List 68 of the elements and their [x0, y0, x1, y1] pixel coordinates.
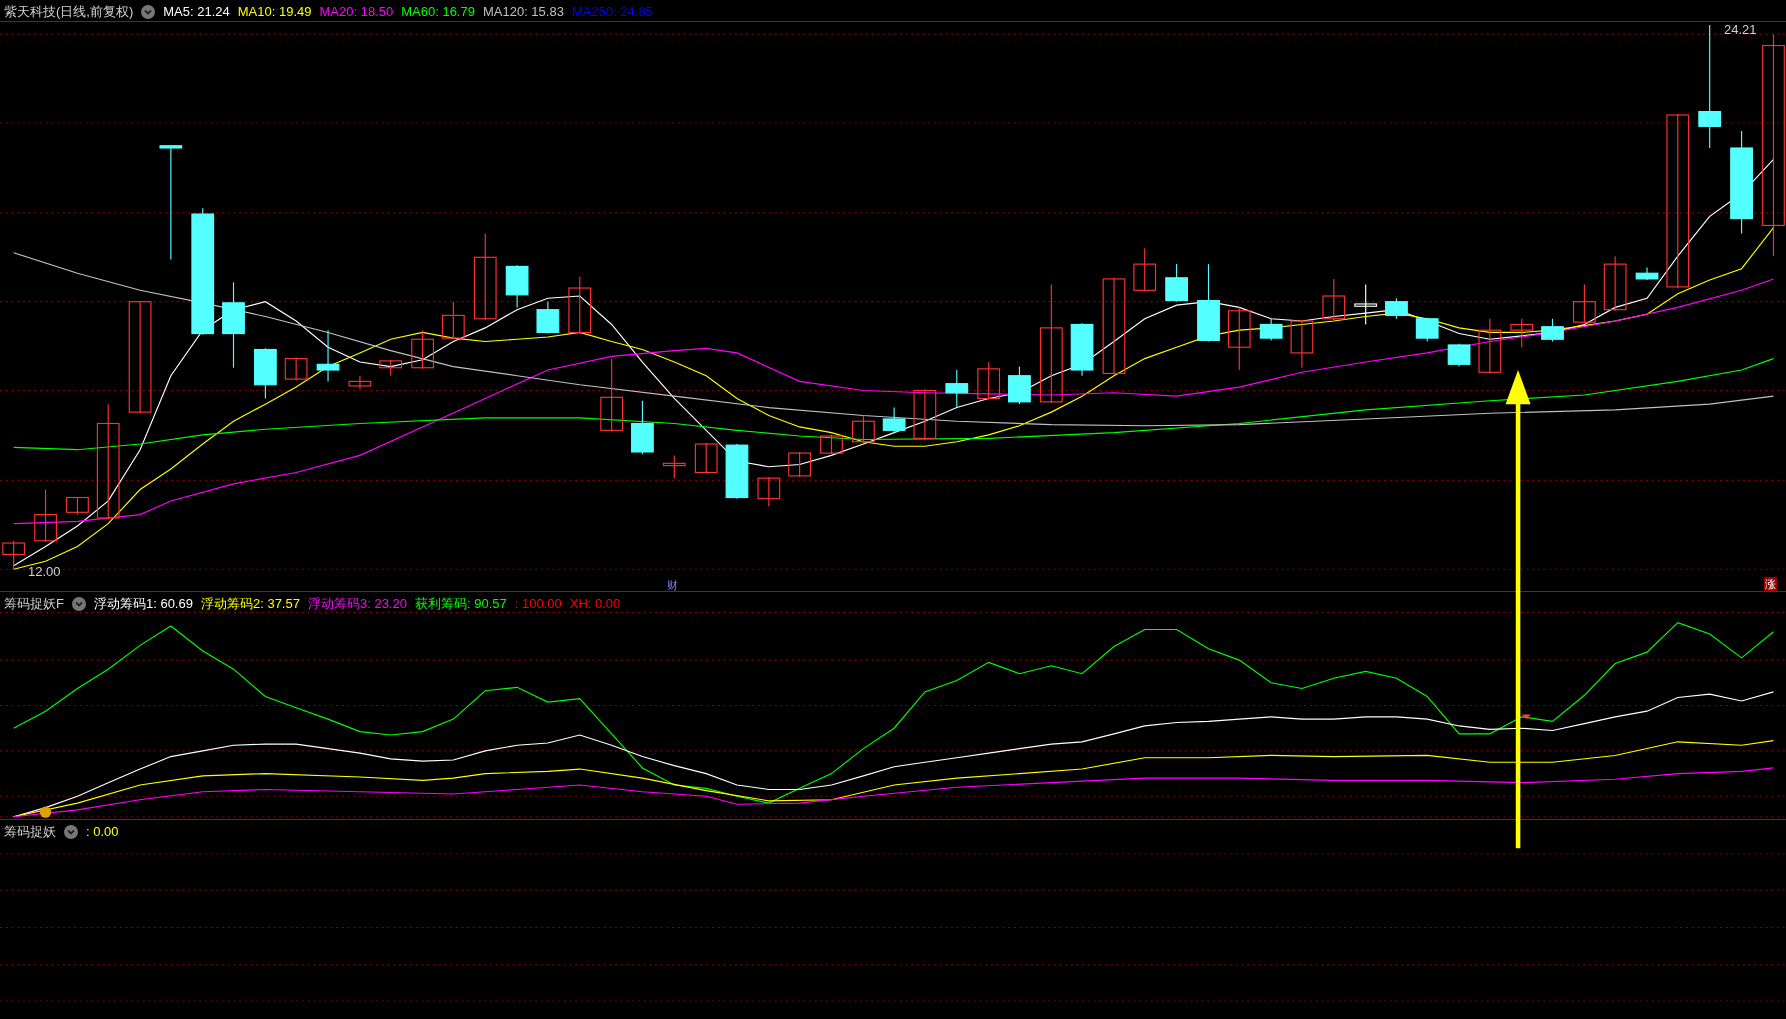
indicator-value: 浮动筹码1: 60.69	[93, 595, 193, 613]
rise-marker[interactable]: 涨	[1764, 577, 1777, 591]
indicator-value: : 100.00	[514, 595, 562, 613]
panel-title: 筹码捉妖	[4, 823, 56, 841]
candlestick	[2, 540, 26, 570]
candlestick	[1385, 297, 1408, 320]
candlestick	[913, 388, 937, 440]
indicator-value: 获利筹码: 90.57	[414, 595, 507, 613]
indicator-value: 浮动筹码3: 23.20	[307, 595, 407, 613]
candlestick	[1573, 284, 1596, 324]
candlestick	[1227, 306, 1251, 371]
indicator-value: MA120: 15.83	[482, 3, 564, 21]
candlestick	[945, 369, 969, 409]
candlestick	[1447, 343, 1471, 368]
candlestick	[1478, 318, 1502, 374]
signal-marker-icon	[1521, 714, 1531, 720]
indicator-value: : 0.00	[86, 823, 119, 841]
candlestick	[1165, 263, 1188, 303]
candlestick	[1290, 319, 1314, 369]
candlestick	[977, 361, 1001, 401]
indicator-value: MA10: 19.49	[237, 3, 312, 21]
candlestick	[631, 400, 654, 455]
collapse-icon[interactable]	[71, 596, 86, 611]
candlestick	[505, 264, 529, 308]
low-price-label: 12.00	[28, 563, 61, 581]
candlestick	[411, 329, 434, 370]
high-price-label: 24.21	[1724, 21, 1757, 39]
candlestick	[852, 414, 875, 444]
candlestick	[757, 476, 781, 508]
candlestick	[820, 434, 843, 455]
indicator-value: MA20: 18.50	[319, 3, 394, 21]
coin-icon	[39, 806, 52, 818]
candlestick	[379, 359, 403, 377]
candlestick	[34, 488, 57, 543]
indicator-value: 浮动筹码2: 37.57	[200, 595, 300, 613]
candlestick	[441, 301, 465, 340]
indicator-value: XH: 0.00	[569, 595, 621, 613]
candlestick	[536, 301, 560, 335]
candlestick	[882, 407, 906, 434]
candlestick	[1415, 317, 1439, 343]
candlestick	[1510, 318, 1534, 348]
indicator-value: MA5: 21.24	[163, 3, 230, 21]
collapse-icon[interactable]	[64, 824, 78, 839]
panel-title: 紫天科技(日线,前复权)	[4, 3, 134, 21]
candlestick	[1070, 322, 1094, 377]
candlestick	[568, 276, 592, 335]
candlestick	[1008, 366, 1031, 405]
candlestick	[316, 329, 340, 382]
finance-marker[interactable]: 财	[667, 577, 678, 594]
panel-title: 筹码捉妖F	[4, 595, 64, 613]
candlestick	[1133, 247, 1157, 292]
candlestick	[1354, 284, 1378, 326]
collapse-icon[interactable]	[141, 4, 156, 19]
candlestick	[254, 347, 277, 400]
indicator-value: MA250: 24.85	[571, 3, 653, 21]
candlestick	[1259, 318, 1283, 341]
candlestick	[694, 442, 718, 475]
candlestick	[1541, 318, 1564, 343]
candlestick	[284, 356, 308, 381]
candlestick	[788, 451, 811, 478]
candlestick	[725, 443, 749, 500]
candlestick	[1635, 266, 1659, 281]
candlestick	[348, 375, 372, 390]
candlestick	[662, 454, 686, 479]
candlestick	[1322, 278, 1346, 321]
indicator-value: MA60: 16.79	[401, 3, 475, 21]
candlestick	[1603, 255, 1627, 312]
candlestick	[66, 496, 89, 516]
